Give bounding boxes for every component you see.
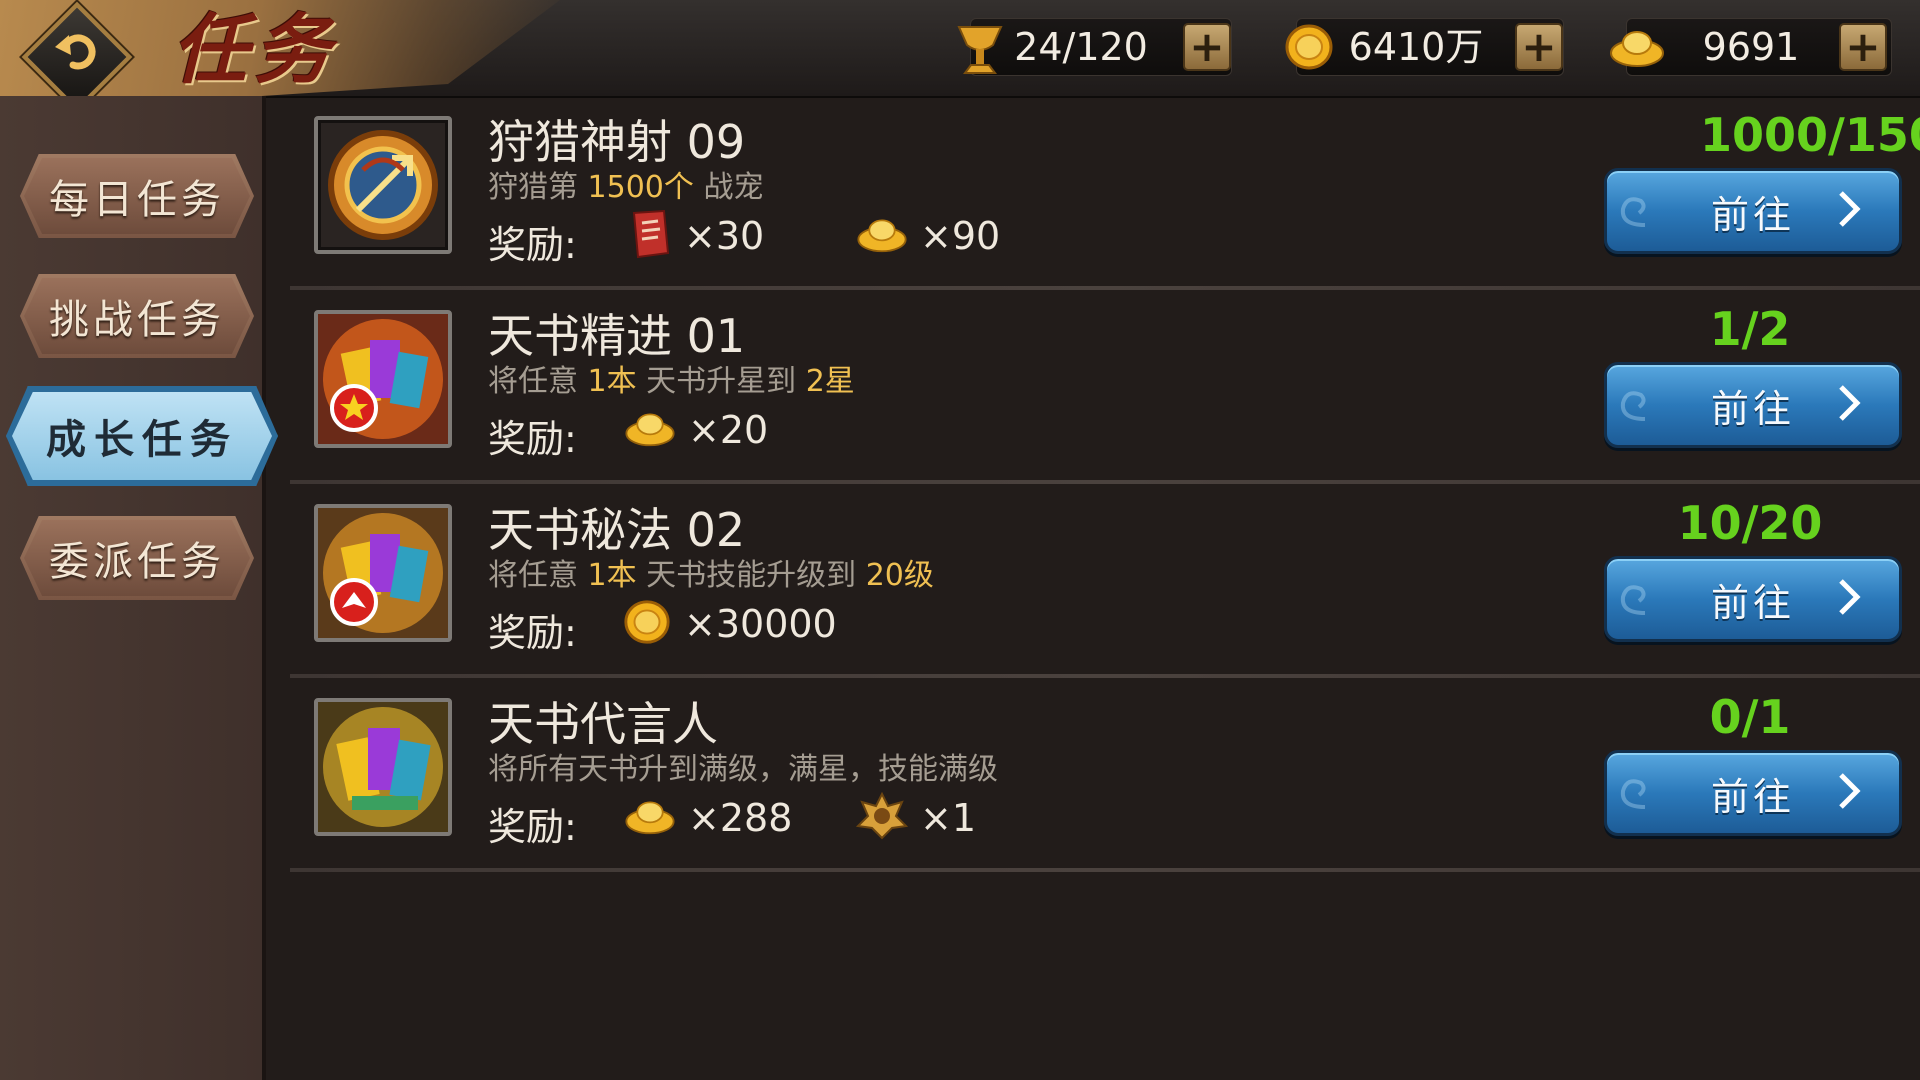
chevron-right-icon: [1837, 189, 1861, 233]
hunter-emblem-icon: [314, 116, 452, 254]
tab-growth-tasks[interactable]: 成长任务: [6, 386, 278, 486]
ingot-counter: 9691 +: [1610, 18, 1892, 76]
chevron-right-icon: [1837, 577, 1861, 621]
reward-item: ×90: [856, 208, 1000, 264]
gold-ingot-icon: [1609, 25, 1665, 73]
stamina-value: 24/120: [1014, 25, 1148, 69]
tab-label: 挑战任务: [49, 297, 225, 343]
skybook-stack-icon: [314, 698, 452, 836]
task-progress: 10/20: [1677, 496, 1823, 550]
task-description: 狩猎第 1500个 战宠: [488, 170, 764, 205]
task-row: 天书秘法 02 将任意 1本 天书技能升级到 20级 奖励: ×30000 10…: [290, 484, 1920, 678]
task-row: 天书代言人 将所有天书升到满级，满星，技能满级 奖励: ×288 ×1 0/1 …: [290, 678, 1920, 872]
reward-quantity: ×20: [688, 408, 769, 452]
task-row: 狩猎神射 09 狩猎第 1500个 战宠 奖励: ×30 ×90 1000/15…: [290, 96, 1920, 290]
reward-quantity: ×30: [684, 214, 765, 258]
gold-coin-icon: [1283, 23, 1335, 75]
ingot-value: 9691: [1702, 25, 1800, 69]
reward-label: 奖励:: [488, 223, 577, 267]
red-scroll-icon: [628, 209, 672, 263]
task-progress: 1000/150: [1700, 108, 1920, 162]
chevron-right-icon: [1837, 383, 1861, 427]
go-button-label: 前往: [1710, 580, 1795, 625]
reward-item: ×30: [628, 208, 764, 264]
reward-item: ×288: [624, 790, 792, 846]
go-button-label: 前往: [1710, 386, 1795, 431]
gold-coin-icon: [622, 598, 672, 650]
reward-item: ×30000: [622, 596, 837, 652]
reward-item: ×1: [855, 790, 977, 846]
task-row: 天书精进 01 将任意 1本 天书升星到 2星 奖励: ×20 1/2 前往: [290, 290, 1920, 484]
go-button-label: 前往: [1710, 774, 1795, 819]
go-button[interactable]: 前往: [1604, 362, 1902, 448]
task-progress: 0/1: [1709, 690, 1791, 744]
skybook-upgrade-icon: [314, 504, 452, 642]
page-title: 任务: [172, 5, 336, 94]
reward-label: 奖励:: [488, 805, 577, 849]
task-progress: 1/2: [1709, 302, 1791, 356]
add-coin-button[interactable]: +: [1515, 23, 1563, 71]
tab-label: 委派任务: [49, 539, 225, 585]
reward-quantity: ×30000: [684, 602, 837, 646]
gold-ingot-icon: [624, 796, 676, 840]
skybook-star-icon: [314, 310, 452, 448]
stamina-chalice-icon: [953, 21, 1007, 81]
tab-challenge-tasks[interactable]: 挑战任务: [20, 274, 254, 358]
tab-daily-tasks[interactable]: 每日任务: [20, 154, 254, 238]
reward-label: 奖励:: [488, 611, 577, 655]
go-button[interactable]: 前往: [1604, 556, 1902, 642]
tab-assigned-tasks[interactable]: 委派任务: [20, 516, 254, 600]
gold-ingot-icon: [856, 214, 908, 258]
go-button[interactable]: 前往: [1604, 168, 1902, 254]
task-description: 将任意 1本 天书升星到 2星: [488, 364, 855, 399]
reward-quantity: ×1: [920, 796, 977, 840]
go-button-label: 前往: [1710, 192, 1795, 237]
back-arrow-icon[interactable]: [48, 24, 104, 80]
add-ingot-button[interactable]: +: [1839, 23, 1887, 71]
tab-label: 成长任务: [46, 417, 238, 463]
task-description: 将所有天书升到满级，满星，技能满级: [488, 752, 998, 787]
reward-quantity: ×288: [688, 796, 793, 840]
gold-ingot-icon: [624, 408, 676, 452]
tab-label: 每日任务: [49, 177, 225, 223]
coin-value: 6410万: [1348, 25, 1484, 69]
stamina-counter: 24/120 +: [957, 18, 1232, 76]
coin-counter: 6410万 +: [1285, 18, 1564, 76]
chevron-right-icon: [1837, 771, 1861, 815]
reward-item: ×20: [624, 402, 768, 458]
go-button[interactable]: 前往: [1604, 750, 1902, 836]
add-stamina-button[interactable]: +: [1183, 23, 1231, 71]
row-divider: [290, 868, 1920, 872]
reward-label: 奖励:: [488, 417, 577, 461]
reward-quantity: ×90: [920, 214, 1001, 258]
task-description: 将任意 1本 天书技能升级到 20级: [488, 558, 934, 593]
title-badge-icon: [855, 791, 909, 844]
